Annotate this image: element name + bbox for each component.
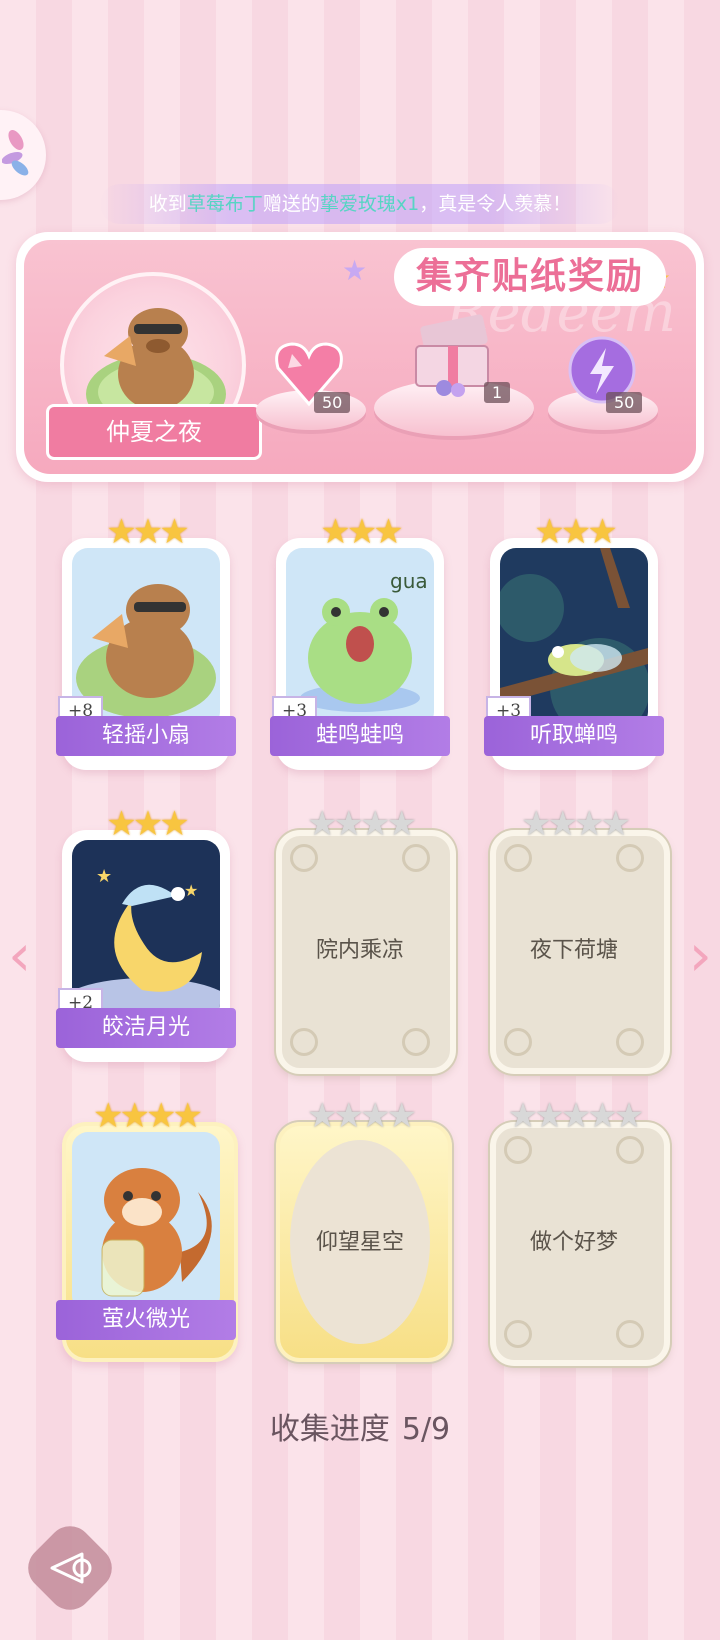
card-stars: ★★★★ — [307, 804, 417, 844]
star-decoration-icon: ★ — [342, 254, 368, 287]
sticker-card-2[interactable]: gua +3 蛙鸣蛙鸣 ★★★ — [270, 512, 450, 770]
sticker-card-5-locked[interactable]: 院内乘凉 ★★★★ — [276, 804, 456, 1074]
gift-notice-banner: 收到草莓布丁赠送的挚爱玫瑰x1，真是令人羡慕！ — [100, 184, 620, 224]
card-name: 夜下荷塘 — [529, 938, 618, 963]
card-name: 轻摇小扇 — [56, 716, 236, 756]
progress-label: 收集进度 — [269, 1412, 390, 1447]
notice-mid: 赠送的 — [262, 193, 320, 215]
sticker-reward-panel: Redeem ★ ★ 集齐贴纸奖励 仲夏之夜 50 — [16, 232, 704, 482]
reward-count: 50 — [314, 392, 351, 413]
progress-value: 5/9 — [401, 1412, 451, 1447]
notice-suffix: ，真是令人羡慕！ — [419, 193, 572, 215]
squirrel-jar-icon — [72, 1132, 220, 1312]
card-stars: ★★★ — [534, 512, 617, 552]
sticker-card-8-locked[interactable]: 仰望星空 ★★★★ — [276, 1096, 452, 1362]
sticker-card-1[interactable]: +8 轻摇小扇 ★★★ — [56, 512, 236, 770]
sticker-card-9-locked[interactable]: 做个好梦 ★★★★★ — [490, 1096, 670, 1366]
card-stars: ★★★★★ — [507, 1096, 644, 1136]
card-name: 听取蝉鸣 — [484, 716, 664, 756]
card-stars: ★★★ — [106, 804, 189, 844]
panel-title: 集齐贴纸奖励 — [394, 248, 667, 306]
card-name: 仰望星空 — [315, 1230, 404, 1255]
svg-text:★: ★ — [184, 881, 198, 900]
card-stars: ★★★ — [320, 512, 403, 552]
collection-progress: 收集进度 5/9 — [0, 1404, 720, 1448]
menu-flower-button[interactable] — [0, 110, 46, 200]
sticker-card-3[interactable]: +3 听取蝉鸣 ★★★ — [484, 512, 664, 770]
card-name: 皎洁月光 — [56, 1008, 236, 1048]
card-stars: ★★★★ — [307, 1096, 417, 1136]
reward-count: 1 — [484, 382, 511, 403]
svg-text:★: ★ — [96, 866, 112, 887]
set-name-ribbon: 仲夏之夜 — [46, 404, 262, 460]
sticker-card-7[interactable]: 萤火微光 ★★★★ — [56, 1096, 238, 1362]
frog-sound-text: gua — [390, 569, 428, 593]
reward-count: 50 — [606, 392, 643, 413]
card-name: 萤火微光 — [56, 1300, 236, 1340]
card-name: 做个好梦 — [529, 1230, 618, 1255]
card-stars: ★★★★ — [521, 804, 631, 844]
notice-prefix: 收到 — [148, 193, 187, 215]
card-stars: ★★★★ — [93, 1096, 203, 1136]
notice-sender: 草莓布丁 — [186, 193, 263, 215]
flower-icon — [2, 130, 29, 176]
sticker-card-6-locked[interactable]: 夜下荷塘 ★★★★ — [490, 804, 670, 1074]
card-name: 院内乘凉 — [315, 938, 404, 963]
notice-gift: 挚爱玫瑰x1 — [319, 193, 420, 215]
prev-page-arrow-icon[interactable]: ‹ — [8, 926, 31, 984]
back-arrow-icon — [50, 1552, 92, 1584]
card-stars: ★★★ — [106, 512, 189, 552]
sticker-card-4[interactable]: ★ ★ +2 皎洁月光 ★★★ — [56, 804, 236, 1062]
next-page-arrow-icon[interactable]: › — [689, 926, 712, 984]
card-name: 蛙鸣蛙鸣 — [270, 716, 450, 756]
